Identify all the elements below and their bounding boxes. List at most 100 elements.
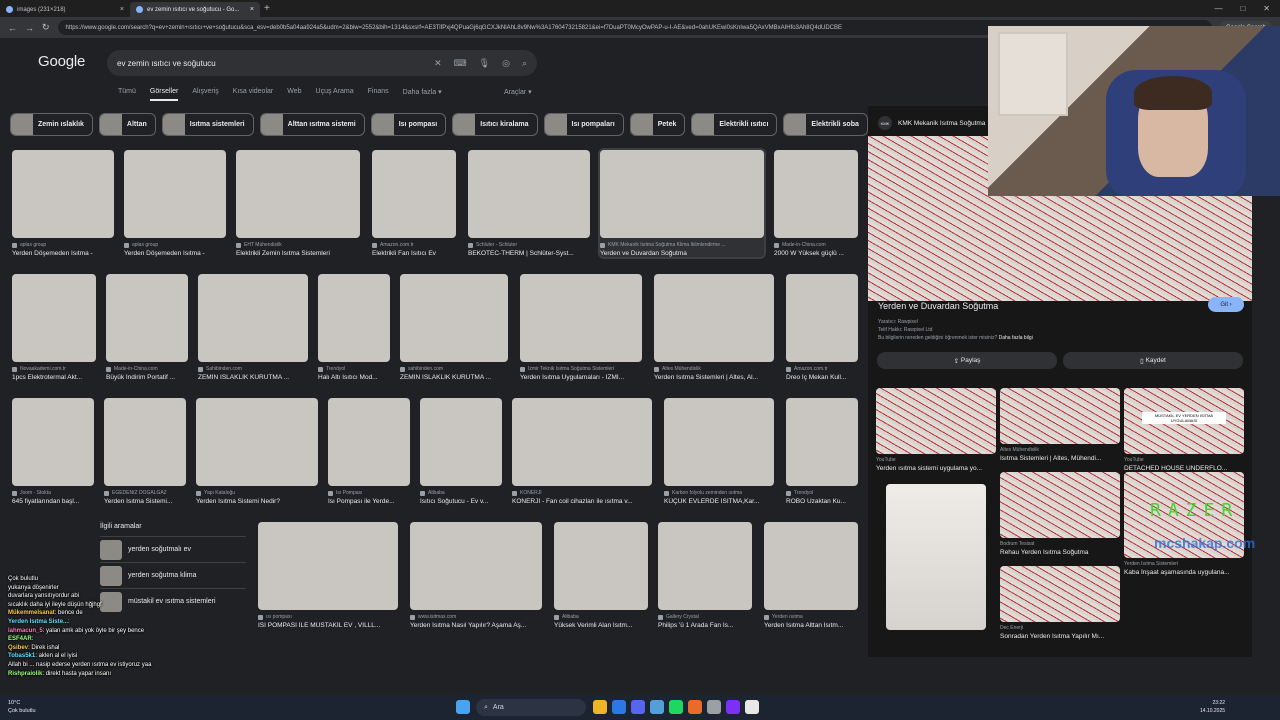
- image-result[interactable]: Trendyol Halı Altı Isıtıcı Mod...: [318, 274, 390, 381]
- image-result[interactable]: Yerden ısıtma Yerden Isıtma Alttan Isıtm.…: [764, 522, 858, 629]
- result-title[interactable]: Halı Altı Isıtıcı Mod...: [318, 374, 390, 381]
- result-title[interactable]: Yerden Isıtma Nasıl Yapılır? Aşama Aş...: [410, 622, 542, 629]
- related-item[interactable]: yerden soğutmalı ev: [100, 536, 246, 562]
- result-title[interactable]: KONERJİ - Fan coil cihazları ile ısıtma …: [512, 498, 652, 505]
- result-title[interactable]: Isı Pompası ile Yerde...: [328, 498, 410, 505]
- chip-6[interactable]: Isı pompaları: [543, 113, 624, 136]
- result-thumbnail[interactable]: [198, 274, 308, 362]
- result-title[interactable]: Dreo İç Mekan Kull...: [786, 374, 858, 381]
- result-title[interactable]: Büyük İndirim Portatif ...: [106, 374, 188, 381]
- image-result[interactable]: www.isitmax.com Yerden Isıtma Nasıl Yapıl…: [410, 522, 542, 629]
- result-thumbnail[interactable]: [786, 398, 858, 486]
- result-thumbnail[interactable]: [196, 398, 318, 486]
- image-result[interactable]: Novaakademi.com.tr 1pcs Elektrotermal Akt…: [12, 274, 96, 381]
- preview-source[interactable]: KMK KMK Mekanik Isıtma Soğutma: [878, 116, 985, 130]
- image-result[interactable]: ısı pompası ISI POMPASI İLE MÜSTAKİL EV ,…: [258, 522, 398, 629]
- visit-button[interactable]: Git ›: [1208, 297, 1244, 312]
- result-thumbnail[interactable]: [12, 274, 96, 362]
- result-thumbnail[interactable]: [786, 274, 858, 362]
- image-result[interactable]: Made-in-China.com 2000 W Yüksek güçlü ...: [774, 150, 858, 257]
- taskbar-app-icon[interactable]: [593, 700, 607, 714]
- image-result[interactable]: İzmir Teknik Isıtma Soğutma Sistemleri Ye…: [520, 274, 642, 381]
- similar-title[interactable]: Kaba İnşaat aşamasında uygulana...: [1124, 569, 1244, 576]
- chip-7[interactable]: Petek: [629, 113, 686, 136]
- similar-image[interactable]: YouTube Yerden ısıtma sistemi uygulama yo…: [876, 388, 996, 472]
- result-thumbnail[interactable]: [236, 150, 360, 238]
- similar-image[interactable]: [886, 484, 986, 630]
- result-title[interactable]: Yerden Isıtma Sistemi Nedir?: [196, 498, 318, 505]
- back-icon[interactable]: ←: [8, 23, 17, 33]
- chip-9[interactable]: Elektrikli soba: [783, 113, 868, 136]
- microphone-icon[interactable]: 🎙: [479, 58, 490, 69]
- result-thumbnail[interactable]: [512, 398, 652, 486]
- image-result[interactable]: Gallery Crystal Philips 'ü 1 Arada Fan Is…: [658, 522, 752, 629]
- search-input[interactable]: ev zemin ısıtıcı ve soğutucu: [117, 59, 422, 68]
- image-result[interactable]: sahibinden.com ZEMİN ISLAKLIK KURUTMA ...: [400, 274, 508, 381]
- result-title[interactable]: Isıtıcı Soğutucu - Ev v...: [420, 498, 502, 505]
- result-thumbnail[interactable]: [318, 274, 390, 362]
- similar-title[interactable]: DETACHED HOUSE UNDERFLO...: [1124, 465, 1244, 472]
- result-thumbnail[interactable]: [764, 522, 858, 610]
- taskbar-app-icon[interactable]: [688, 700, 702, 714]
- image-result[interactable]: aplas group Yerden Döşemeden Isıtma -: [124, 150, 226, 257]
- tab-google-search[interactable]: ev zemin ısıtıcı ve soğutucu - Go... ×: [130, 2, 260, 17]
- search-icon[interactable]: ⌕: [522, 58, 527, 69]
- result-thumbnail[interactable]: [410, 522, 542, 610]
- chip-1[interactable]: Alttan: [98, 113, 156, 136]
- similar-image[interactable]: Altes Mühendislik Isıtma Sistemleri | Alt…: [1000, 388, 1120, 462]
- filter-short-videos[interactable]: Kısa videolar: [233, 88, 273, 101]
- result-thumbnail[interactable]: [12, 150, 114, 238]
- taskbar-app-icon[interactable]: [669, 700, 683, 714]
- image-result[interactable]: Joom · Stokta 645 fiyatlarından başl...: [12, 398, 94, 505]
- result-thumbnail[interactable]: [468, 150, 590, 238]
- similar-thumbnail[interactable]: [1000, 388, 1120, 444]
- similar-image[interactable]: Bodrum Tesisat Rehau Yerden Isıtma Soğutm…: [1000, 472, 1120, 556]
- image-result[interactable]: Made-in-China.com Büyük İndirim Portatif …: [106, 274, 188, 381]
- result-thumbnail[interactable]: [106, 274, 188, 362]
- result-title[interactable]: Elektrikli Fan Isıtıcı Ev: [372, 250, 456, 257]
- similar-title[interactable]: Isıtma Sistemleri | Altes, Mühendi...: [1000, 455, 1120, 462]
- google-logo[interactable]: Google: [38, 53, 85, 70]
- result-thumbnail[interactable]: [258, 522, 398, 610]
- lens-icon[interactable]: ◎: [502, 58, 510, 69]
- image-result[interactable]: Amazon.com.tr Elektrikli Fan Isıtıcı Ev: [372, 150, 456, 257]
- reload-icon[interactable]: ↻: [42, 22, 50, 33]
- image-result[interactable]: Trendyol ROBO Uzaktan Ku...: [786, 398, 858, 505]
- result-title[interactable]: Yerden ve Duvardan Soğutma: [600, 250, 764, 257]
- close-window-icon[interactable]: ✕: [1263, 4, 1270, 13]
- result-thumbnail[interactable]: [124, 150, 226, 238]
- result-thumbnail[interactable]: [554, 522, 648, 610]
- filter-flights[interactable]: Uçuş Arama: [316, 88, 354, 101]
- result-thumbnail[interactable]: [328, 398, 410, 486]
- filter-finance[interactable]: Finans: [368, 88, 389, 101]
- result-title[interactable]: ZEMİN ISLAKLIK KURUTMA ...: [400, 374, 508, 381]
- result-title[interactable]: Yerden Döşemeden Isıtma -: [12, 250, 114, 257]
- image-result[interactable]: Isı Pompası Isı Pompası ile Yerde...: [328, 398, 410, 505]
- result-title[interactable]: ZEMİN ISLAKLIK KURUTMA ...: [198, 374, 308, 381]
- image-result[interactable]: KONERJİ KONERJİ - Fan coil cihazları ile …: [512, 398, 652, 505]
- similar-thumbnail[interactable]: [1000, 472, 1120, 538]
- similar-thumbnail[interactable]: [876, 388, 996, 454]
- taskbar-search[interactable]: ⌕ Ara: [476, 699, 586, 716]
- start-icon[interactable]: [456, 700, 470, 714]
- result-title[interactable]: BEKOTEC-THERM | Schlüter-Syst...: [468, 250, 590, 257]
- image-result[interactable]: Amazon.com.tr Dreo İç Mekan Kull...: [786, 274, 858, 381]
- result-title[interactable]: Yerden Döşemeden Isıtma -: [124, 250, 226, 257]
- system-clock[interactable]: 23:22 14.10.2025: [1200, 699, 1225, 715]
- result-thumbnail[interactable]: [520, 274, 642, 362]
- result-title[interactable]: 2000 W Yüksek güçlü ...: [774, 250, 858, 257]
- close-tab-icon[interactable]: ×: [250, 6, 254, 13]
- result-thumbnail[interactable]: [420, 398, 502, 486]
- image-result[interactable]: Yapı Kataloğu Yerden Isıtma Sistemi Nedir…: [196, 398, 318, 505]
- similar-image[interactable]: Yerden Isıtma Sistemleri Kaba İnşaat aşam…: [1124, 472, 1244, 576]
- similar-thumbnail[interactable]: [1000, 566, 1120, 622]
- similar-title[interactable]: Sonradan Yerden Isıtma Yapılır Mı...: [1000, 633, 1120, 640]
- new-tab-button[interactable]: +: [264, 3, 270, 14]
- result-thumbnail[interactable]: [658, 522, 752, 610]
- result-thumbnail[interactable]: [774, 150, 858, 238]
- result-thumbnail[interactable]: [104, 398, 186, 486]
- image-result[interactable]: Karbon folyolu zeminden ısıtma KÜÇÜK EVLE…: [664, 398, 774, 505]
- filter-web[interactable]: Web: [287, 88, 301, 101]
- result-thumbnail[interactable]: [600, 150, 764, 238]
- more-info-link[interactable]: Daha fazla bilgi: [999, 335, 1033, 341]
